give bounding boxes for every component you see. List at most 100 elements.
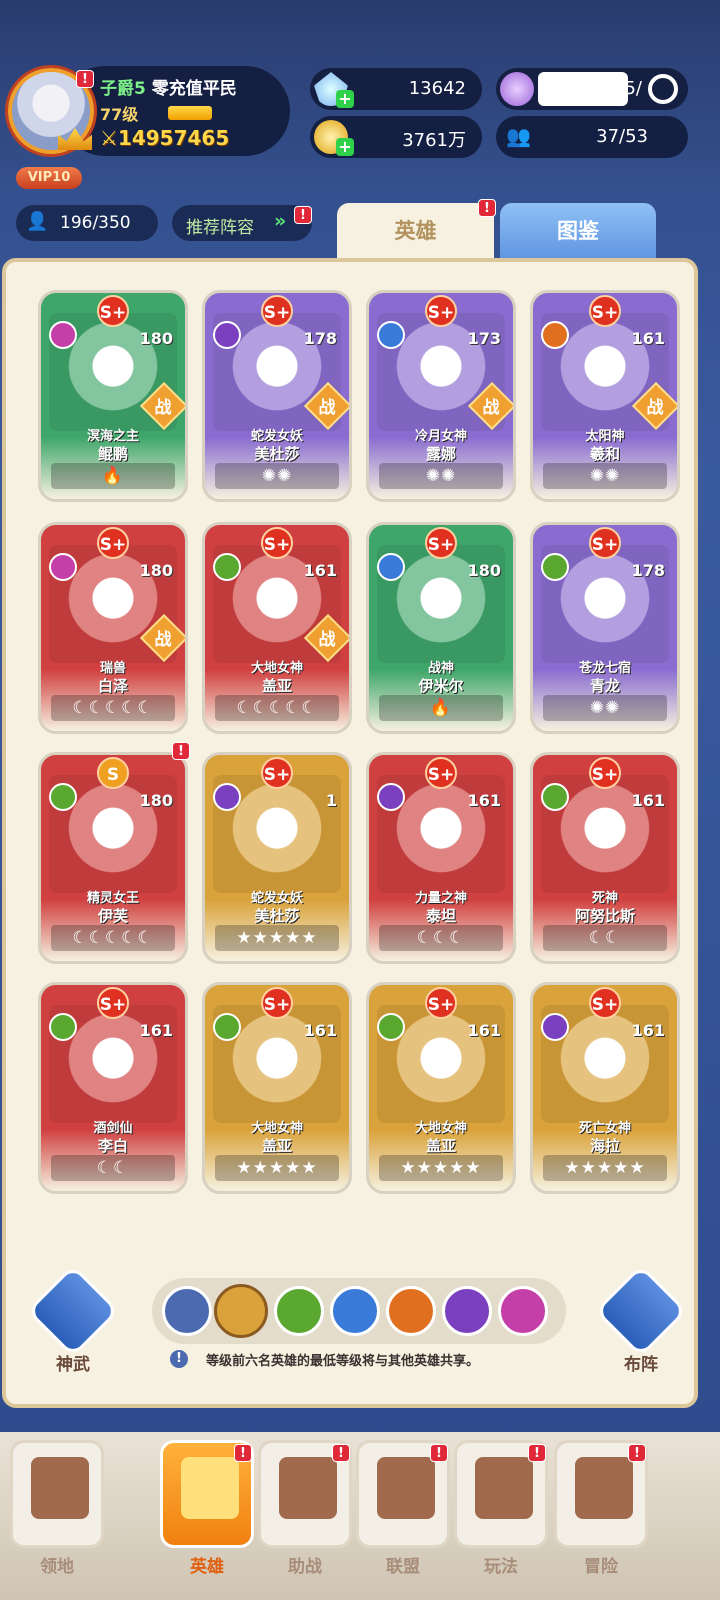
element-icon [541,321,569,349]
hero-card[interactable]: S+ 161 力量之神 泰坦 ☾☾☾ [366,752,516,964]
hero-title: 冷月女神 [414,429,467,444]
hero-name: 盖亚 [261,677,292,695]
hero-level: 161 [631,791,665,810]
nav-label: 助战 [288,1557,322,1577]
hero-card[interactable]: S+ 161 大地女神 盖亚 ★★★★★ [366,982,516,1194]
star-rating: ☾☾ [51,1155,175,1181]
nav-item[interactable] [10,1440,104,1548]
star-rating: ☾☾☾☾☾ [215,695,339,721]
hero-name: 李白 [97,1137,128,1155]
filter-all-icon[interactable] [162,1286,212,1336]
hero-title: 大地女神 [414,1121,467,1136]
hero-title: 酒剑仙 [93,1121,133,1136]
add-diamond-icon[interactable]: + [336,90,354,108]
alert-icon: ! [332,1444,350,1462]
hero-card[interactable]: S+ 161 大地女神 盖亚 ★★★★★ [202,982,352,1194]
hero-card[interactable]: S+ 180 战神 伊米尔 🔥 [366,522,516,734]
hero-card[interactable]: S+ 161 战太阳神 羲和 ✺✺ [530,290,680,502]
info-icon[interactable]: ! [170,1350,188,1368]
hero-card[interactable]: S+ 178 苍龙七宿 青龙 ✺✺ [530,522,680,734]
alert-icon: ! [234,1444,252,1462]
shenwu-button[interactable] [26,1264,120,1358]
hero-title: 精灵女王 [86,891,139,906]
star-rating: ✺✺ [543,463,667,489]
group-icon: 👥 [506,124,531,148]
element-icon [541,553,569,581]
hero-grid[interactable]: S+ 180 战溟海之主 鲲鹏 🔥 S+ 178 战蛇发女妖 美杜莎 ✺✺ S+ 173 战冷月女神 露娜… [0,268,720,1246]
rank-badge: S+ [261,295,293,327]
hero-name: 泰坦 [425,907,456,925]
hero-name: 伊米尔 [418,677,464,695]
hero-card[interactable]: S+ 1 蛇发女妖 美杜莎 ★★★★★ [202,752,352,964]
nav-label: 玩法 [484,1557,518,1577]
filter-dark-icon[interactable] [442,1286,492,1336]
filter-ice-icon[interactable] [330,1286,380,1336]
hero-level: 161 [139,1021,173,1040]
add-gold-icon[interactable]: + [336,138,354,156]
star-rating: ✺✺ [215,463,339,489]
hero-title: 力量之神 [414,891,467,906]
gold-counter[interactable]: + 3761万 [310,116,482,158]
filter-grid-icon[interactable] [214,1284,268,1338]
hero-card[interactable]: S+ 178 战蛇发女妖 美杜莎 ✺✺ [202,290,352,502]
hero-title: 大地女神 [250,661,303,676]
hero-title: 大地女神 [250,1121,303,1136]
player-name: 子爵5 零充值平民 [100,79,237,99]
hero-card[interactable]: S 180 精灵女王 伊芙 ☾☾☾☾☾ [38,752,188,964]
alert-icon: ! [478,199,496,217]
filter-nature-icon[interactable] [274,1286,324,1336]
hero-level: 161 [303,561,337,580]
hero-name: 露娜 [425,445,456,463]
hero-title: 死亡女神 [578,1121,631,1136]
vip-badge[interactable]: VIP10 [16,167,82,189]
filter-chaos-icon[interactable] [498,1286,548,1336]
nav-icon [575,1457,633,1519]
recommend-lineup-button[interactable]: 推荐阵容 » [172,205,312,241]
refresh-icon[interactable] [648,74,678,104]
hero-level: 161 [631,329,665,348]
hero-card[interactable]: S+ 180 战瑞兽 白泽 ☾☾☾☾☾ [38,522,188,734]
element-icon [49,783,77,811]
star-rating: ★★★★★ [543,1155,667,1181]
star-rating: ☾☾☾☾☾ [51,925,175,951]
hint-text: 等级前六名英雄的最低等级将与其他英雄共享。 [206,1354,480,1369]
rank-badge: S+ [589,527,621,559]
guild-members-counter[interactable]: 👥 37/53 [496,116,688,158]
hero-title: 死神 [591,891,618,906]
element-icon [213,553,241,581]
alert-icon: ! [628,1444,646,1462]
hero-card[interactable]: S+ 161 酒剑仙 李白 ☾☾ [38,982,188,1194]
roster-count[interactable]: 👤 196/350 [16,205,158,241]
hero-level: 178 [303,329,337,348]
tab-codex[interactable]: 图鉴 [500,203,656,261]
rank-badge: S+ [261,527,293,559]
formation-label: 布阵 [624,1355,658,1375]
hero-card[interactable]: S+ 161 死神 阿努比斯 ☾☾ [530,752,680,964]
tab-heroes[interactable]: 英雄 [337,203,494,263]
diamond-counter[interactable]: + 13642 [310,68,482,110]
player-level: 77级 [100,105,139,124]
element-icon [377,321,405,349]
nav-label: 冒险 [584,1557,618,1577]
star-rating: ★★★★★ [215,925,339,951]
element-icon [541,783,569,811]
hero-title: 瑞兽 [99,661,126,676]
hero-card[interactable]: S+ 180 战溟海之主 鲲鹏 🔥 [38,290,188,502]
hero-title: 苍龙七宿 [578,661,631,676]
energy-counter[interactable]: 285/ [496,68,688,110]
nav-label: 领地 [40,1557,74,1577]
alert-icon: ! [430,1444,448,1462]
hero-card[interactable]: S+ 161 战大地女神 盖亚 ☾☾☾☾☾ [202,522,352,734]
element-icon [213,321,241,349]
star-rating: ☾☾☾ [379,925,503,951]
hero-name: 阿努比斯 [574,907,635,925]
weapon-icon [26,1264,120,1358]
hero-title: 溟海之主 [86,429,139,444]
hero-card[interactable]: S+ 161 死亡女神 海拉 ★★★★★ [530,982,680,1194]
formation-button[interactable] [594,1264,688,1358]
hero-level: 161 [303,1021,337,1040]
hero-card[interactable]: S+ 173 战冷月女神 露娜 ✺✺ [366,290,516,502]
star-rating: ✺✺ [379,463,503,489]
filter-fire-icon[interactable] [386,1286,436,1336]
hero-name: 美杜莎 [254,445,300,463]
